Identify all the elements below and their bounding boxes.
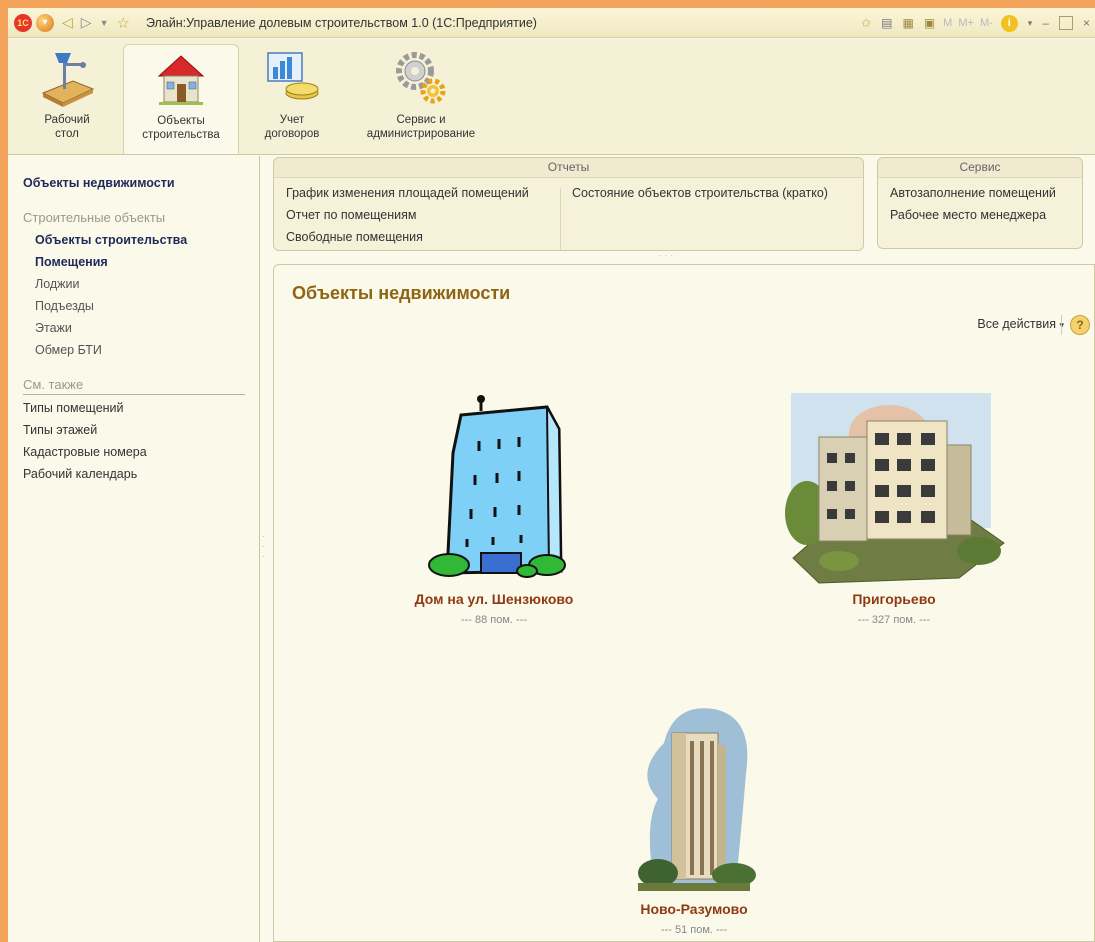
reports-panel: Отчеты График изменения площадей помещен…: [273, 157, 864, 251]
help-button[interactable]: ?: [1070, 315, 1090, 335]
all-actions-button[interactable]: Все действия ▾: [977, 317, 1064, 331]
section-desktop[interactable]: Рабочий стол: [22, 45, 112, 141]
object-count: --- 327 пом. ---: [857, 614, 931, 626]
section-label: строительства: [142, 129, 220, 141]
nav-item-entrances[interactable]: Подъезды: [35, 295, 259, 317]
vertical-splitter[interactable]: · · ·: [262, 532, 265, 562]
window-title: Элайн:Управление долевым строительством …: [145, 15, 537, 30]
section-label: Учет: [279, 114, 305, 126]
section-label: договоров: [264, 128, 320, 140]
close-icon[interactable]: ×: [1083, 16, 1090, 30]
calendar-icon[interactable]: ▣: [924, 16, 935, 30]
nav-group-title: Строительные объекты: [23, 210, 166, 225]
calculator-icon[interactable]: ▦: [902, 16, 913, 30]
see-also-cadastral[interactable]: Кадастровые номера: [23, 441, 259, 463]
object-name[interactable]: Дом на ул. Шензюково: [374, 591, 614, 607]
sections-panel: Рабочий стол Объекты строительства Учет …: [8, 39, 1095, 155]
section-service[interactable]: Сервис и администрирование: [346, 45, 496, 141]
forward-arrow-icon[interactable]: ▷: [81, 14, 92, 31]
report-free-premises[interactable]: Свободные помещения: [286, 230, 423, 244]
see-also-floor-types[interactable]: Типы этажей: [23, 419, 259, 441]
report-objects-state[interactable]: Состояние объектов строительства (кратко…: [572, 186, 828, 200]
nav-title[interactable]: Объекты недвижимости: [23, 176, 259, 190]
minimize-icon[interactable]: –: [1042, 16, 1049, 30]
object-count: --- 88 пом. ---: [460, 614, 528, 626]
app-window: 1С ▾ ◁ ▷ ▼ ☆ Элайн:Управление долевым ст…: [8, 8, 1095, 942]
nav-item-floors[interactable]: Этажи: [35, 317, 259, 339]
high-rise-icon: [638, 708, 756, 891]
apartment-building-icon: [785, 393, 1005, 584]
title-bar-tools: ✩ ▤ ▦ ▣ M M+ M- i ▾ – ×: [856, 8, 1095, 38]
service-manager-workplace[interactable]: Рабочее место менеджера: [890, 208, 1046, 222]
gears-icon: [393, 49, 449, 109]
back-arrow-icon[interactable]: ◁: [62, 14, 73, 31]
nav-item-loggias[interactable]: Лоджии: [35, 273, 259, 295]
nav-item-bti[interactable]: Обмер БТИ: [35, 339, 259, 361]
favorites-star-icon[interactable]: ☆: [116, 14, 129, 32]
nav-item-objects[interactable]: Объекты строительства: [35, 229, 259, 251]
memory-plus-button[interactable]: M+: [958, 17, 974, 29]
reports-divider: [560, 188, 561, 250]
object-card-novo-razumovo[interactable]: Ново-Разумово --- 51 пом. ---: [574, 703, 814, 936]
app-logo-icon[interactable]: 1С: [14, 13, 32, 32]
object-name[interactable]: Ново-Разумово: [574, 901, 814, 917]
see-also-calendar[interactable]: Рабочий календарь: [23, 463, 259, 485]
reports-title: Отчеты: [274, 158, 863, 178]
horizontal-splitter[interactable]: ···: [659, 251, 676, 260]
object-count: --- 51 пом. ---: [660, 924, 728, 936]
maximize-icon[interactable]: [1058, 16, 1073, 30]
toolbar-separator: [1061, 315, 1062, 335]
section-label: Сервис и: [396, 114, 446, 126]
history-dropdown-icon[interactable]: ▼: [100, 18, 109, 28]
section-objects[interactable]: Объекты строительства: [123, 44, 239, 154]
section-label: администрирование: [366, 128, 476, 140]
info-dropdown-icon[interactable]: ▾: [1028, 18, 1033, 29]
title-bar: 1С ▾ ◁ ▷ ▼ ☆ Элайн:Управление долевым ст…: [8, 8, 1095, 38]
section-label: Рабочий: [44, 114, 90, 126]
house-icon: [153, 50, 209, 110]
section-label: Объекты: [157, 115, 205, 127]
glass-tower-icon: [428, 395, 566, 578]
content-title: Объекты недвижимости: [292, 283, 511, 303]
content-area: Объекты недвижимости Все действия ▾ ?: [273, 264, 1095, 942]
nav-item-premises[interactable]: Помещения: [35, 251, 259, 273]
section-label: стол: [55, 128, 79, 140]
service-panel: Сервис Автозаполнение помещений Рабочее …: [877, 157, 1083, 249]
memory-m-button[interactable]: M: [943, 17, 952, 29]
report-premises[interactable]: Отчет по помещениям: [286, 208, 417, 222]
menu-orb-icon[interactable]: ▾: [36, 13, 54, 32]
add-favorite-icon[interactable]: ✩: [861, 16, 871, 30]
service-title: Сервис: [878, 158, 1082, 178]
report-area-chart[interactable]: График изменения площадей помещений: [286, 186, 529, 200]
history-icon[interactable]: ▤: [881, 16, 892, 30]
memory-minus-button[interactable]: M-: [980, 17, 993, 29]
object-card-prigorievo[interactable]: Пригорьево --- 327 пом. ---: [774, 393, 1014, 626]
info-icon[interactable]: i: [1000, 14, 1018, 32]
object-name[interactable]: Пригорьево: [774, 591, 1014, 607]
see-also-title: См. также: [23, 377, 245, 395]
desk-lamp-icon: [39, 49, 95, 109]
see-also-room-types[interactable]: Типы помещений: [23, 397, 259, 419]
chart-coins-icon: [264, 49, 320, 109]
service-autofill[interactable]: Автозаполнение помещений: [890, 186, 1056, 200]
navigation-pane: Объекты недвижимости Строительные объект…: [8, 156, 260, 942]
section-contracts[interactable]: Учет договоров: [252, 45, 332, 141]
object-card-shenzyukovo[interactable]: Дом на ул. Шензюково --- 88 пом. ---: [374, 393, 614, 626]
all-actions-label: Все действия: [977, 317, 1056, 331]
